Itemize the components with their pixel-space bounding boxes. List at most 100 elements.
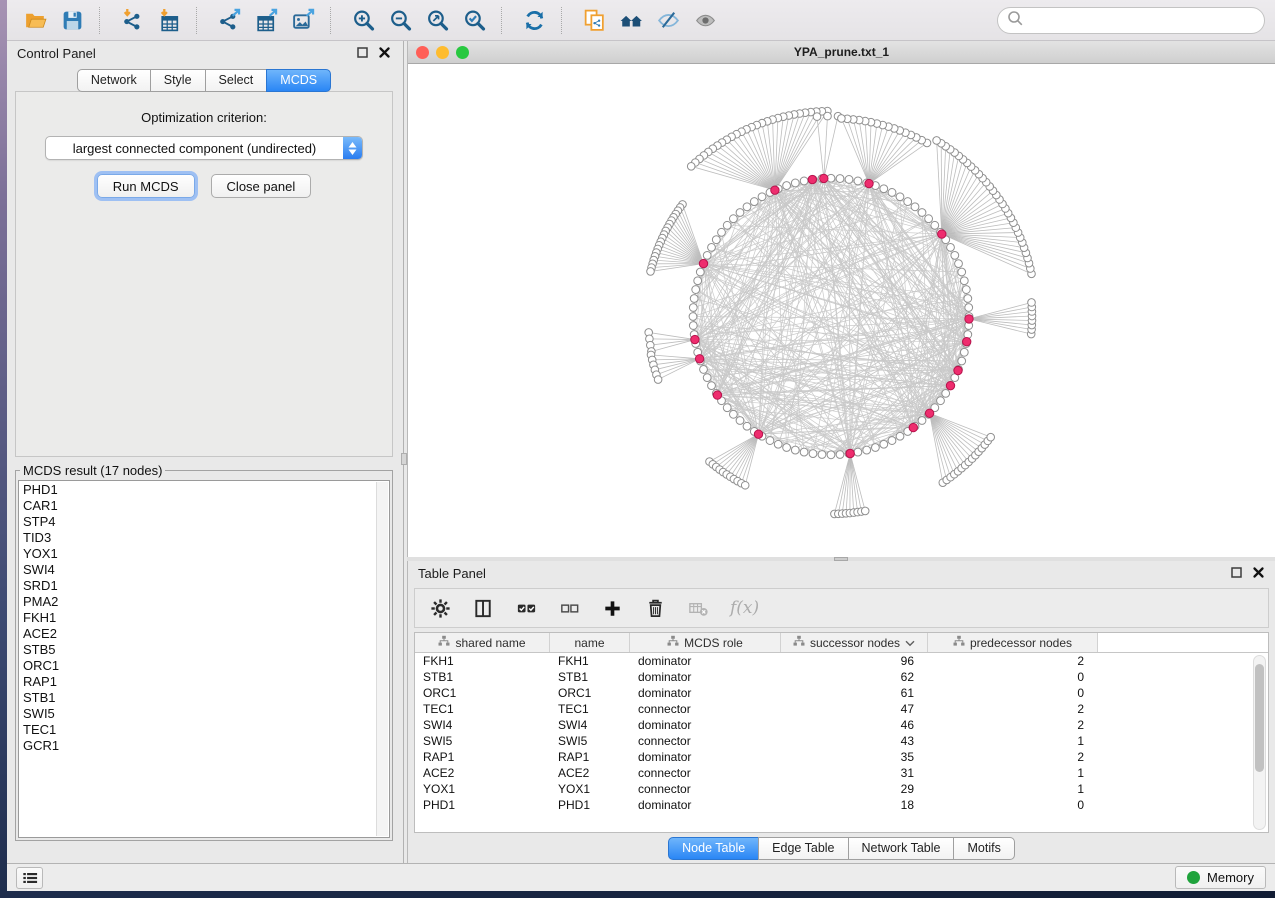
list-item[interactable]: SWI4 xyxy=(23,562,375,578)
close-window-icon[interactable] xyxy=(416,46,429,59)
attribute-tree-icon xyxy=(793,635,805,650)
splitter-grip[interactable] xyxy=(401,453,407,465)
table-row[interactable]: FKH1FKH1dominator962 xyxy=(415,653,1268,669)
list-item[interactable]: STB5 xyxy=(23,642,375,658)
table-row[interactable]: YOX1YOX1connector291 xyxy=(415,781,1268,797)
tab-motifs[interactable]: Motifs xyxy=(953,837,1014,860)
memory-status-icon xyxy=(1187,871,1200,884)
tab-network[interactable]: Network xyxy=(77,69,151,92)
table-row[interactable]: SWI4SWI4dominator462 xyxy=(415,717,1268,733)
toolbar-separator xyxy=(99,7,106,34)
horizontal-splitter[interactable] xyxy=(407,557,1275,561)
panel-layout-icon[interactable] xyxy=(472,597,495,620)
zoom-in-icon[interactable] xyxy=(345,4,382,36)
list-item[interactable]: GCR1 xyxy=(23,738,375,754)
network-canvas[interactable] xyxy=(408,64,1275,557)
table-panel-title: Table Panel xyxy=(418,566,486,581)
list-item[interactable]: TEC1 xyxy=(23,722,375,738)
create-column-icon[interactable] xyxy=(601,597,624,620)
delete-columns-icon[interactable] xyxy=(644,597,667,620)
refresh-icon[interactable] xyxy=(516,4,553,36)
table-row[interactable]: STB1STB1dominator620 xyxy=(415,669,1268,685)
list-item[interactable]: YOX1 xyxy=(23,546,375,562)
table-scrollbar[interactable] xyxy=(1253,655,1266,830)
table-panel-titlebar: Table Panel xyxy=(408,561,1275,586)
unselect-all-checkboxes-icon[interactable] xyxy=(558,597,581,620)
export-table-icon[interactable] xyxy=(248,4,285,36)
result-list-scrollbar[interactable] xyxy=(376,482,388,836)
close-panel-button[interactable]: Close panel xyxy=(211,174,312,198)
mcds-result-list[interactable]: PHD1CAR1STP4TID3YOX1SWI4SRD1PMA2FKH1ACE2… xyxy=(18,480,390,838)
import-network-icon[interactable] xyxy=(114,4,151,36)
list-item[interactable]: PHD1 xyxy=(23,482,375,498)
tab-style[interactable]: Style xyxy=(150,69,206,92)
attribute-tree-icon xyxy=(667,635,679,650)
table-row[interactable]: SWI5SWI5connector431 xyxy=(415,733,1268,749)
hide-selected-icon[interactable] xyxy=(650,4,687,36)
maximize-window-icon[interactable] xyxy=(456,46,469,59)
list-item[interactable]: RAP1 xyxy=(23,674,375,690)
list-item[interactable]: FKH1 xyxy=(23,610,375,626)
clone-network-icon[interactable] xyxy=(576,4,613,36)
float-panel-icon[interactable] xyxy=(356,46,369,62)
list-item[interactable]: STP4 xyxy=(23,514,375,530)
export-image-icon[interactable] xyxy=(285,4,322,36)
control-panel: Control Panel NetworkStyleSelectMCDS Opt… xyxy=(7,41,401,863)
splitter-grip[interactable] xyxy=(834,557,848,561)
zoom-selected-icon[interactable] xyxy=(456,4,493,36)
import-table-icon[interactable] xyxy=(151,4,188,36)
search-box[interactable] xyxy=(997,7,1265,34)
tab-node-table[interactable]: Node Table xyxy=(668,837,759,860)
column-header-name[interactable]: name xyxy=(550,633,630,652)
zoom-out-icon[interactable] xyxy=(382,4,419,36)
zoom-fit-icon[interactable] xyxy=(419,4,456,36)
tab-edge-table[interactable]: Edge Table xyxy=(758,837,848,860)
list-item[interactable]: PMA2 xyxy=(23,594,375,610)
column-settings-icon[interactable] xyxy=(429,597,452,620)
export-network-icon[interactable] xyxy=(211,4,248,36)
task-history-button[interactable] xyxy=(16,867,43,889)
column-header-shared-name[interactable]: shared name xyxy=(415,633,550,652)
network-graph[interactable] xyxy=(408,64,1275,557)
close-panel-icon[interactable] xyxy=(1252,566,1265,582)
control-panel-titlebar: Control Panel xyxy=(7,41,401,66)
table-row[interactable]: TEC1TEC1connector472 xyxy=(415,701,1268,717)
tab-network-table[interactable]: Network Table xyxy=(848,837,955,860)
mcds-result-title: MCDS result (17 nodes) xyxy=(20,463,165,478)
select-all-checkboxes-icon[interactable] xyxy=(515,597,538,620)
float-panel-icon[interactable] xyxy=(1230,566,1243,582)
selected-criterion: largest connected component (undirected) xyxy=(46,141,343,156)
list-item[interactable]: SWI5 xyxy=(23,706,375,722)
toolbar-separator xyxy=(196,7,203,34)
tab-mcds[interactable]: MCDS xyxy=(266,69,331,92)
list-item[interactable]: ORC1 xyxy=(23,658,375,674)
run-mcds-button[interactable]: Run MCDS xyxy=(97,174,195,198)
vertical-splitter[interactable] xyxy=(401,41,407,863)
table-row[interactable]: RAP1RAP1dominator352 xyxy=(415,749,1268,765)
list-item[interactable]: ACE2 xyxy=(23,626,375,642)
tab-select[interactable]: Select xyxy=(205,69,268,92)
column-header-MCDS-role[interactable]: MCDS role xyxy=(630,633,781,652)
minimize-window-icon[interactable] xyxy=(436,46,449,59)
memory-button[interactable]: Memory xyxy=(1175,866,1266,889)
list-item[interactable]: CAR1 xyxy=(23,498,375,514)
network-window-titlebar[interactable]: YPA_prune.txt_1 xyxy=(408,41,1275,64)
save-session-icon[interactable] xyxy=(54,4,91,36)
show-all-icon[interactable] xyxy=(687,4,724,36)
optimization-criterion-select[interactable]: largest connected component (undirected) xyxy=(45,136,363,160)
scrollbar-thumb[interactable] xyxy=(1255,664,1264,772)
optimization-criterion-label: Optimization criterion: xyxy=(16,110,392,125)
list-item[interactable]: SRD1 xyxy=(23,578,375,594)
close-panel-icon[interactable] xyxy=(378,46,391,62)
open-file-icon[interactable] xyxy=(17,4,54,36)
node-table[interactable]: shared namenameMCDS rolesuccessor nodesp… xyxy=(414,632,1269,833)
column-header-successor-nodes[interactable]: successor nodes xyxy=(781,633,928,652)
table-row[interactable]: PHD1PHD1dominator180 xyxy=(415,797,1268,813)
table-row[interactable]: ORC1ORC1dominator610 xyxy=(415,685,1268,701)
search-input[interactable] xyxy=(1029,12,1256,29)
list-item[interactable]: STB1 xyxy=(23,690,375,706)
list-item[interactable]: TID3 xyxy=(23,530,375,546)
column-header-predecessor-nodes[interactable]: predecessor nodes xyxy=(928,633,1098,652)
first-neighbors-icon[interactable] xyxy=(613,4,650,36)
table-row[interactable]: ACE2ACE2connector311 xyxy=(415,765,1268,781)
